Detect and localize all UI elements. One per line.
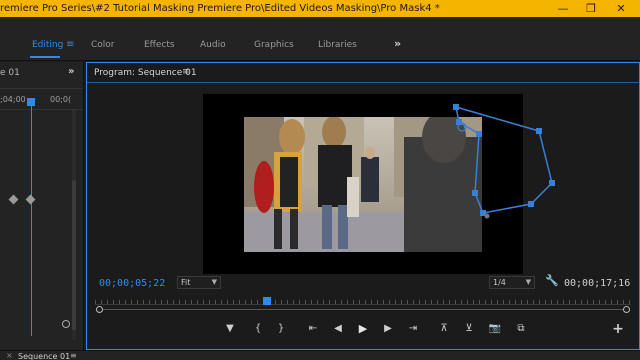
mask-vertex-handle[interactable] xyxy=(549,180,555,186)
mark-out-button[interactable]: } xyxy=(270,321,292,337)
workspace-tab-libraries[interactable]: Libraries xyxy=(318,40,357,50)
mask-vertex-handle[interactable] xyxy=(528,201,534,207)
play-button[interactable]: ▶ xyxy=(352,321,374,337)
mask-path-overlay[interactable] xyxy=(203,94,555,274)
program-canvas[interactable] xyxy=(203,94,555,274)
zoom-scroll-start-handle[interactable] xyxy=(96,306,103,313)
workspace-bar: Editing ≡ Color Effects Audio Graphics L… xyxy=(0,17,640,61)
export-frame-button[interactable]: 📷 xyxy=(484,321,506,337)
active-workspace-indicator xyxy=(30,56,60,58)
mask-vertex-handle[interactable] xyxy=(453,104,459,110)
comparison-view-button[interactable]: ⧉ xyxy=(510,321,532,337)
zoom-scroll-bar[interactable] xyxy=(99,309,627,310)
workspace-tab-graphics[interactable]: Graphics xyxy=(254,40,294,50)
transport-controls: ▼ { } ⇤ ◀ ▶ ▶ ⇥ ⊼ ⊻ 📷 ⧉ + xyxy=(87,321,639,339)
mask-vertex-handle[interactable] xyxy=(476,131,482,137)
go-to-in-button[interactable]: ⇤ xyxy=(302,321,324,337)
step-back-button[interactable]: ◀ xyxy=(327,321,349,337)
close-tab-icon[interactable]: × xyxy=(6,351,13,360)
effect-controls-panel: e 01 » ;04;00 00;0( xyxy=(0,62,84,352)
keyframe-icon[interactable] xyxy=(25,194,36,205)
monitor-time-ruler[interactable] xyxy=(95,297,631,305)
panel-tab-label[interactable]: e 01 xyxy=(0,68,20,78)
monitor-playhead[interactable] xyxy=(262,297,271,305)
workspace-menu-icon[interactable]: ≡ xyxy=(66,39,74,50)
playhead-line xyxy=(31,106,32,336)
playhead-handle[interactable] xyxy=(27,98,35,106)
current-timecode[interactable]: 00;00;05;22 xyxy=(99,278,165,289)
panel-menu-icon[interactable]: ≡ xyxy=(70,351,77,360)
extract-button[interactable]: ⊻ xyxy=(458,321,480,337)
scrollbar-thumb[interactable] xyxy=(72,180,76,330)
ruler-time-label: 00;0( xyxy=(50,95,72,104)
program-monitor: Program: Sequence 01 ≡ 00;00;05;22 Fit ▼… xyxy=(86,62,640,350)
zoom-handle[interactable] xyxy=(62,320,70,328)
workspace-tab-audio[interactable]: Audio xyxy=(200,40,226,50)
button-editor-button[interactable]: + xyxy=(607,321,629,337)
zoom-scroll-end-handle[interactable] xyxy=(623,306,630,313)
workspace-tab-effects[interactable]: Effects xyxy=(144,40,175,50)
title-bar: remiere Pro Series\#2 Tutorial Masking P… xyxy=(0,0,640,17)
minimize-button[interactable]: — xyxy=(552,0,574,17)
playback-resolution-value: 1/4 xyxy=(493,278,506,287)
mask-vertex-handle[interactable] xyxy=(472,190,478,196)
playback-resolution-select[interactable]: 1/4 ▼ xyxy=(489,276,535,289)
mark-in-button[interactable]: { xyxy=(247,321,269,337)
more-workspaces-icon[interactable]: » xyxy=(394,37,401,50)
maximize-button[interactable]: ❐ xyxy=(580,0,602,17)
premiere-window: remiere Pro Series\#2 Tutorial Masking P… xyxy=(0,0,640,360)
keyframe-icon[interactable] xyxy=(8,194,19,205)
window-title: remiere Pro Series\#2 Tutorial Masking P… xyxy=(0,3,440,14)
panel-more-icon[interactable]: » xyxy=(68,66,74,77)
settings-wrench-icon[interactable]: 🔧 xyxy=(545,274,559,287)
step-forward-button[interactable]: ▶ xyxy=(377,321,399,337)
mask-expansion-handle[interactable] xyxy=(484,213,490,219)
mask-vertex-handle[interactable] xyxy=(536,128,542,134)
sequence-tab[interactable]: Sequence 01 xyxy=(18,352,70,360)
workspace-tab-color[interactable]: Color xyxy=(91,40,115,50)
close-button[interactable]: ✕ xyxy=(610,0,632,17)
chevron-down-icon: ▼ xyxy=(525,278,531,286)
timeline-panel-header xyxy=(0,350,640,360)
panel-menu-icon[interactable]: ≡ xyxy=(182,67,190,77)
lift-button[interactable]: ⊼ xyxy=(433,321,455,337)
duration-timecode: 00;00;17;16 xyxy=(564,278,631,289)
workspace-tab-editing[interactable]: Editing xyxy=(32,40,63,50)
ruler-time-label: ;04;00 xyxy=(0,95,26,104)
zoom-level-value: Fit xyxy=(181,278,191,287)
zoom-level-select[interactable]: Fit ▼ xyxy=(177,276,221,289)
mask-path[interactable] xyxy=(455,105,553,214)
chevron-down-icon: ▼ xyxy=(211,278,217,286)
panel-header-divider xyxy=(87,82,639,83)
add-marker-button[interactable]: ▼ xyxy=(219,321,241,337)
go-to-out-button[interactable]: ⇥ xyxy=(402,321,424,337)
